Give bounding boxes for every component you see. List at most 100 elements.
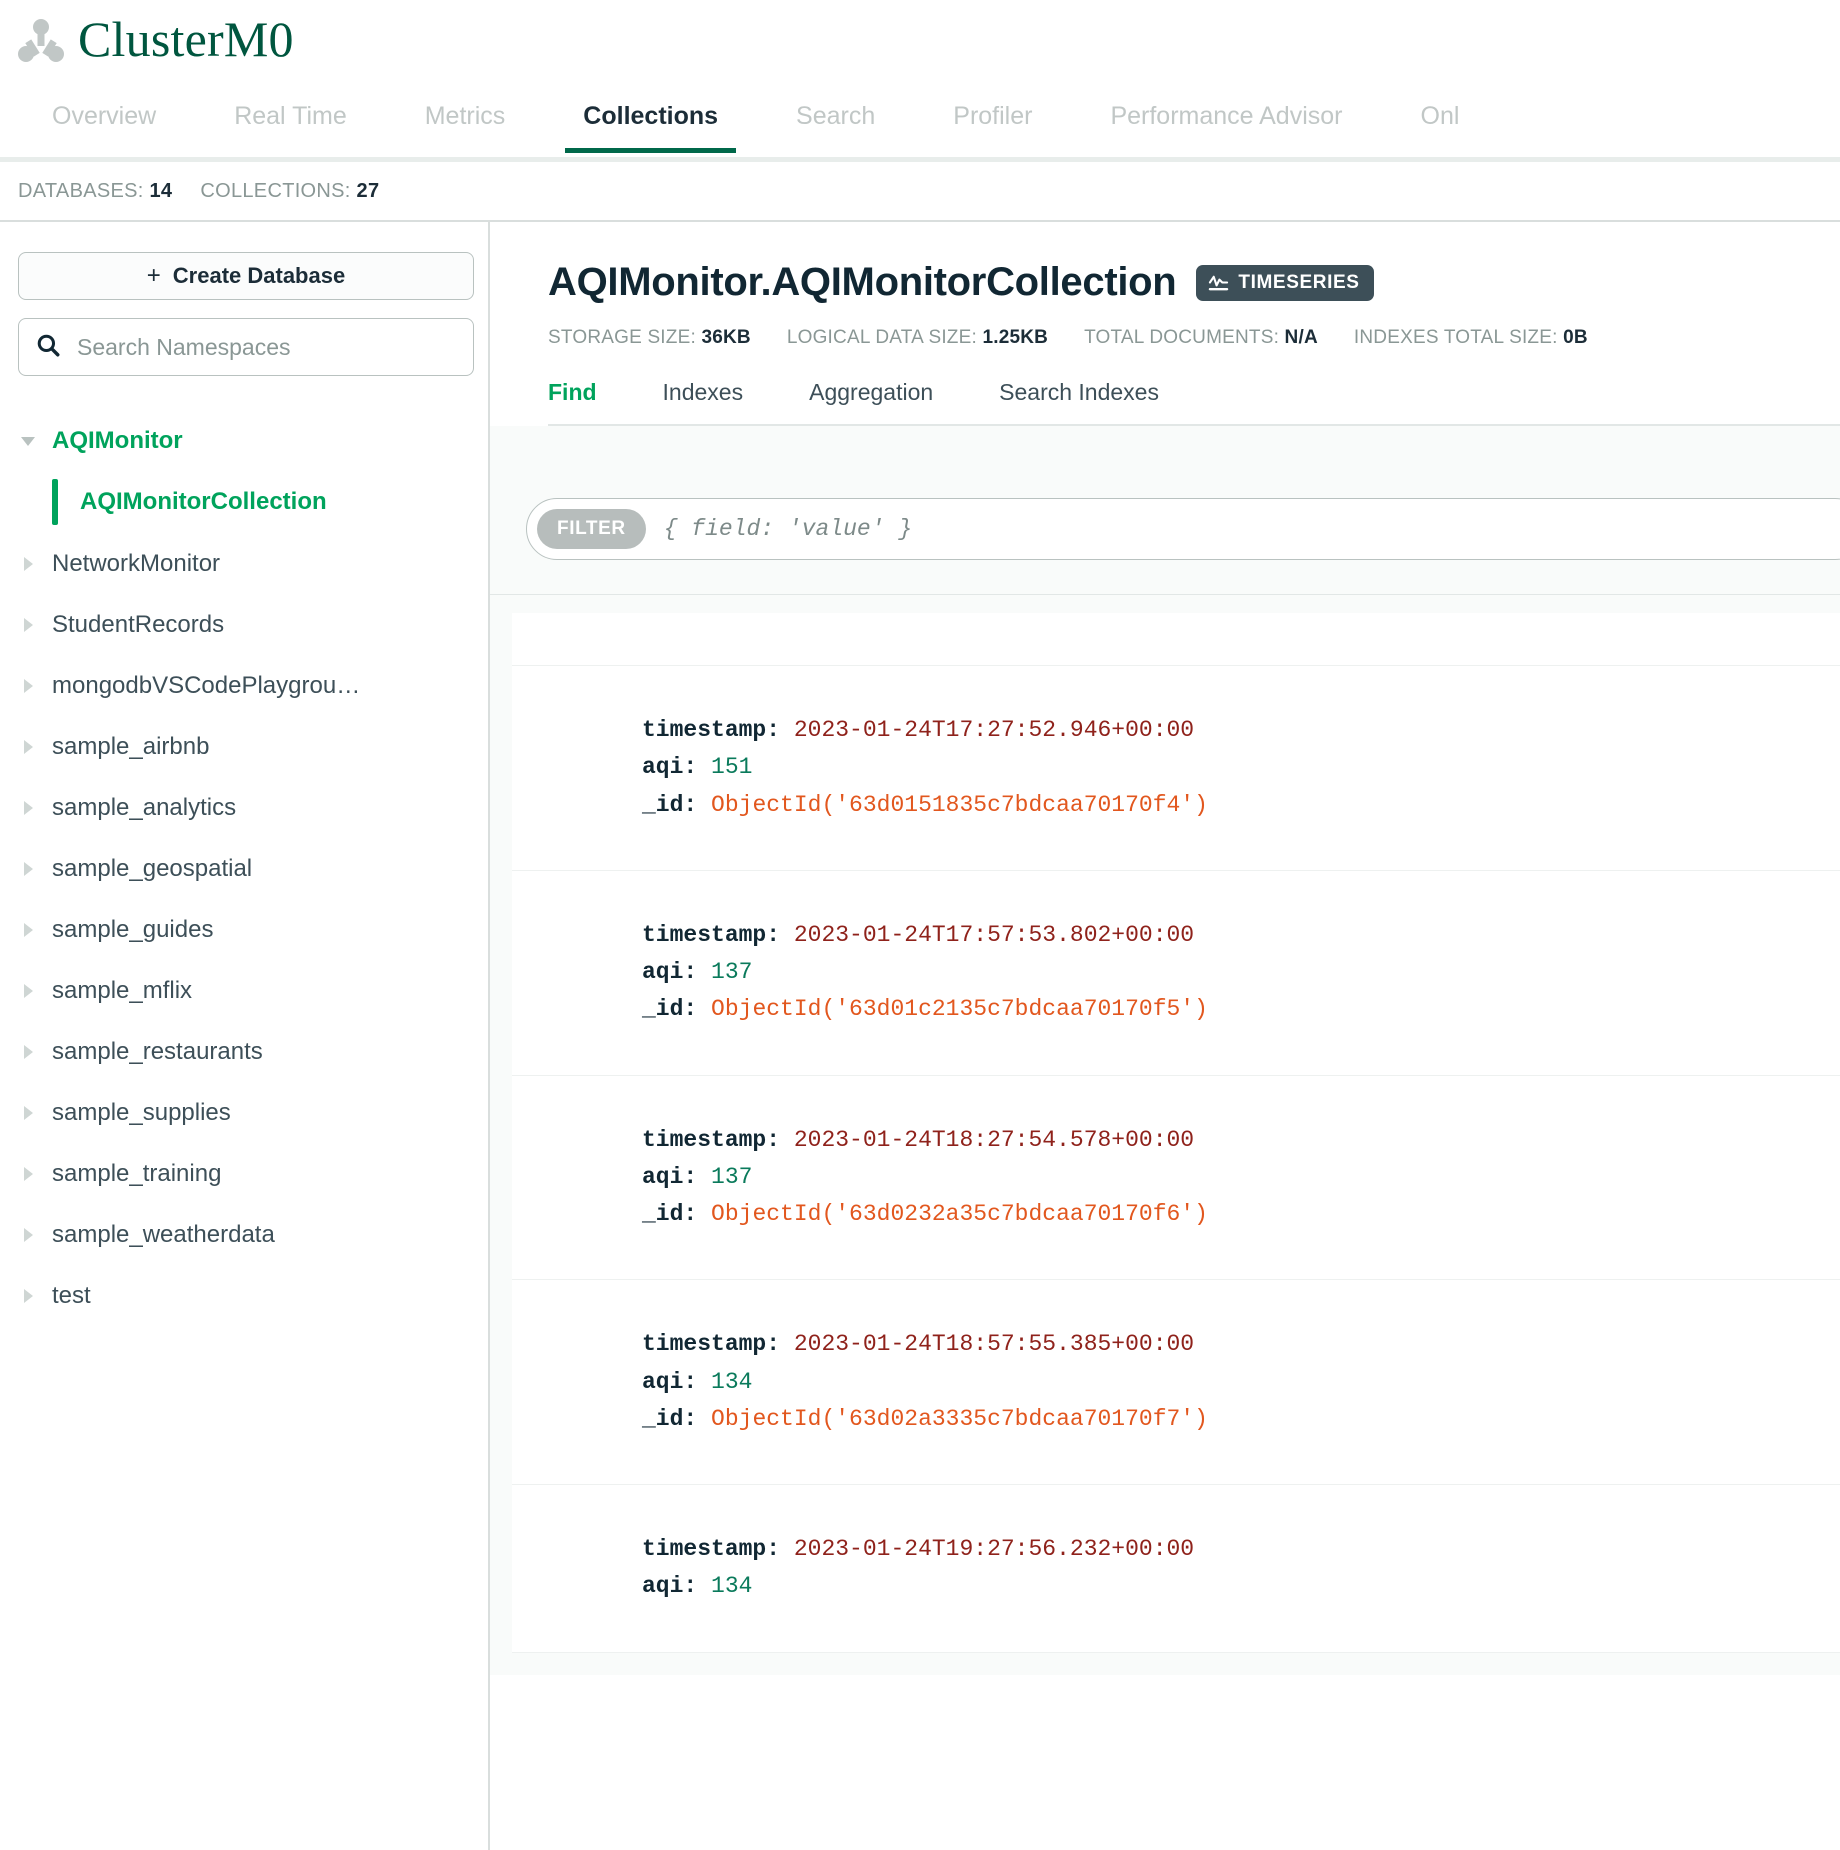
chevron-right-icon[interactable] (18, 676, 38, 696)
search-namespaces-box[interactable]: Search Namespaces (18, 318, 474, 376)
field-key: timestamp: (642, 922, 780, 948)
sidebar-item-label: NetworkMonitor (52, 550, 220, 578)
chevron-right-icon[interactable] (18, 1225, 38, 1245)
document-field-aqi: aqi: 137 (642, 1159, 1840, 1196)
document-field-timestamp: timestamp: 2023-01-24T18:27:54.578+00:00 (642, 1122, 1840, 1159)
chevron-right-icon[interactable] (18, 1042, 38, 1062)
namespace-sidebar: + Create Database Search Namespaces AQIM… (0, 222, 490, 1850)
app-header: ClusterM0 (0, 0, 1840, 96)
sidebar-item-aqimonitor[interactable]: AQIMonitor (18, 410, 470, 471)
collection-subtabs: Find Indexes Aggregation Search Indexes (548, 379, 1840, 426)
sidebar-item-sample-guides[interactable]: sample_guides (18, 899, 470, 960)
sidebar-item-label: sample_supplies (52, 1099, 231, 1127)
document-field-timestamp: timestamp: 2023-01-24T17:57:53.802+00:00 (642, 917, 1840, 954)
field-value: 2023-01-24T19:27:56.232+00:00 (794, 1536, 1194, 1562)
document-row[interactable]: timestamp: 2023-01-24T18:57:55.385+00:00… (512, 1280, 1840, 1485)
filter-bar[interactable]: FILTER { field: 'value' } (526, 498, 1840, 560)
tab-online-archive[interactable]: Onl (1421, 96, 1460, 153)
create-database-button[interactable]: + Create Database (18, 252, 474, 300)
sidebar-item-aqimonitorcollection[interactable]: AQIMonitorCollection (18, 471, 470, 533)
brand-logo[interactable]: ClusterM0 (18, 14, 1840, 64)
document-row[interactable]: timestamp: 2023-01-24T17:27:52.946+00:00… (512, 666, 1840, 871)
chevron-right-icon[interactable] (18, 554, 38, 574)
subtab-search-indexes[interactable]: Search Indexes (999, 379, 1159, 424)
sidebar-item-networkmonitor[interactable]: NetworkMonitor (18, 533, 470, 594)
chevron-right-icon[interactable] (18, 615, 38, 635)
field-key: aqi: (642, 754, 697, 780)
tab-collections[interactable]: Collections (583, 96, 718, 153)
indexes-total-size-stat: INDEXES TOTAL SIZE: 0B (1354, 327, 1588, 349)
chevron-right-icon[interactable] (18, 1286, 38, 1306)
tab-profiler[interactable]: Profiler (953, 96, 1032, 153)
filter-input[interactable]: { field: 'value' } (664, 516, 912, 542)
collections-stat: COLLECTIONS: 27 (200, 180, 379, 203)
sidebar-item-sample-analytics[interactable]: sample_analytics (18, 777, 470, 838)
collection-header: AQIMonitor.AQIMonitorCollection TIMESERI… (548, 260, 1840, 305)
sidebar-item-sample-mflix[interactable]: sample_mflix (18, 960, 470, 1021)
tab-real-time[interactable]: Real Time (234, 96, 347, 153)
field-key: timestamp: (642, 1127, 780, 1153)
sidebar-item-test[interactable]: test (18, 1265, 470, 1326)
field-key: timestamp: (642, 1536, 780, 1562)
search-input[interactable]: Search Namespaces (77, 334, 291, 361)
sidebar-item-sample-supplies[interactable]: sample_supplies (18, 1082, 470, 1143)
sidebar-item-mongodbvscodeplayground[interactable]: mongodbVSCodePlaygrou… (18, 655, 470, 716)
chevron-down-icon[interactable] (18, 431, 38, 451)
indexes-total-size-label: INDEXES TOTAL SIZE: (1354, 327, 1558, 348)
tab-metrics[interactable]: Metrics (425, 96, 506, 153)
subtab-indexes[interactable]: Indexes (663, 379, 744, 424)
chevron-right-icon[interactable] (18, 798, 38, 818)
tab-search[interactable]: Search (796, 96, 875, 153)
chevron-right-icon[interactable] (18, 920, 38, 940)
field-key: timestamp: (642, 717, 780, 743)
tab-overview[interactable]: Overview (52, 96, 156, 153)
sidebar-item-sample-training[interactable]: sample_training (18, 1143, 470, 1204)
field-key: _id: (642, 1406, 697, 1432)
field-key: _id: (642, 1201, 697, 1227)
databases-stat: DATABASES: 14 (18, 180, 172, 203)
chevron-right-icon[interactable] (18, 1164, 38, 1184)
sidebar-item-label: sample_mflix (52, 977, 192, 1005)
chevron-right-icon[interactable] (18, 981, 38, 1001)
field-key: aqi: (642, 1164, 697, 1190)
storage-size-label: STORAGE SIZE: (548, 327, 696, 348)
document-row[interactable]: timestamp: 2023-01-24T17:57:53.802+00:00… (512, 871, 1840, 1076)
field-value: 2023-01-24T18:27:54.578+00:00 (794, 1127, 1194, 1153)
primary-tabbar: Overview Real Time Metrics Collections S… (0, 96, 1840, 162)
indexes-total-size-value: 0B (1563, 327, 1588, 348)
document-list[interactable]: timestamp: 2023-01-24T17:27:52.946+00:00… (490, 595, 1840, 1675)
document-row[interactable]: timestamp: 2023-01-24T18:27:54.578+00:00… (512, 1076, 1840, 1281)
chevron-right-icon[interactable] (18, 1103, 38, 1123)
document-field-aqi: aqi: 134 (642, 1364, 1840, 1401)
databases-value: 14 (150, 180, 173, 202)
storage-size-stat: STORAGE SIZE: 36KB (548, 327, 751, 349)
cluster-stats-bar: DATABASES: 14 COLLECTIONS: 27 (0, 162, 1840, 222)
sidebar-item-label: AQIMonitor (52, 427, 183, 455)
field-value: ObjectId('63d0232a35c7bdcaa70170f6') (711, 1201, 1208, 1227)
collection-panel: AQIMonitor.AQIMonitorCollection TIMESERI… (490, 222, 1840, 1850)
sidebar-item-sample-restaurants[interactable]: sample_restaurants (18, 1021, 470, 1082)
sidebar-item-sample-weatherdata[interactable]: sample_weatherdata (18, 1204, 470, 1265)
sidebar-item-label: sample_geospatial (52, 855, 252, 883)
status-badge: TIMESERIES (1196, 265, 1373, 301)
sidebar-item-sample-airbnb[interactable]: sample_airbnb (18, 716, 470, 777)
subtab-find[interactable]: Find (548, 379, 597, 424)
create-database-label: Create Database (173, 263, 345, 289)
document-row[interactable]: timestamp: 2023-01-24T19:27:56.232+00:00… (512, 1485, 1840, 1653)
field-value: 2023-01-24T17:57:53.802+00:00 (794, 922, 1194, 948)
brand-name: ClusterM0 (78, 14, 294, 64)
status-badge-label: TIMESERIES (1238, 272, 1359, 294)
collection-stats: STORAGE SIZE: 36KB LOGICAL DATA SIZE: 1.… (548, 327, 1840, 349)
databases-label: DATABASES: (18, 180, 144, 202)
tab-performance-advisor[interactable]: Performance Advisor (1110, 96, 1342, 153)
chevron-right-icon[interactable] (18, 859, 38, 879)
field-key: _id: (642, 792, 697, 818)
sidebar-item-studentrecords[interactable]: StudentRecords (18, 594, 470, 655)
page-body: + Create Database Search Namespaces AQIM… (0, 222, 1840, 1850)
sidebar-item-sample-geospatial[interactable]: sample_geospatial (18, 838, 470, 899)
document-field-aqi: aqi: 134 (642, 1568, 1840, 1605)
subtab-aggregation[interactable]: Aggregation (809, 379, 933, 424)
sidebar-item-label: AQIMonitorCollection (80, 488, 327, 516)
tabbar-underline (0, 157, 1840, 162)
chevron-right-icon[interactable] (18, 737, 38, 757)
